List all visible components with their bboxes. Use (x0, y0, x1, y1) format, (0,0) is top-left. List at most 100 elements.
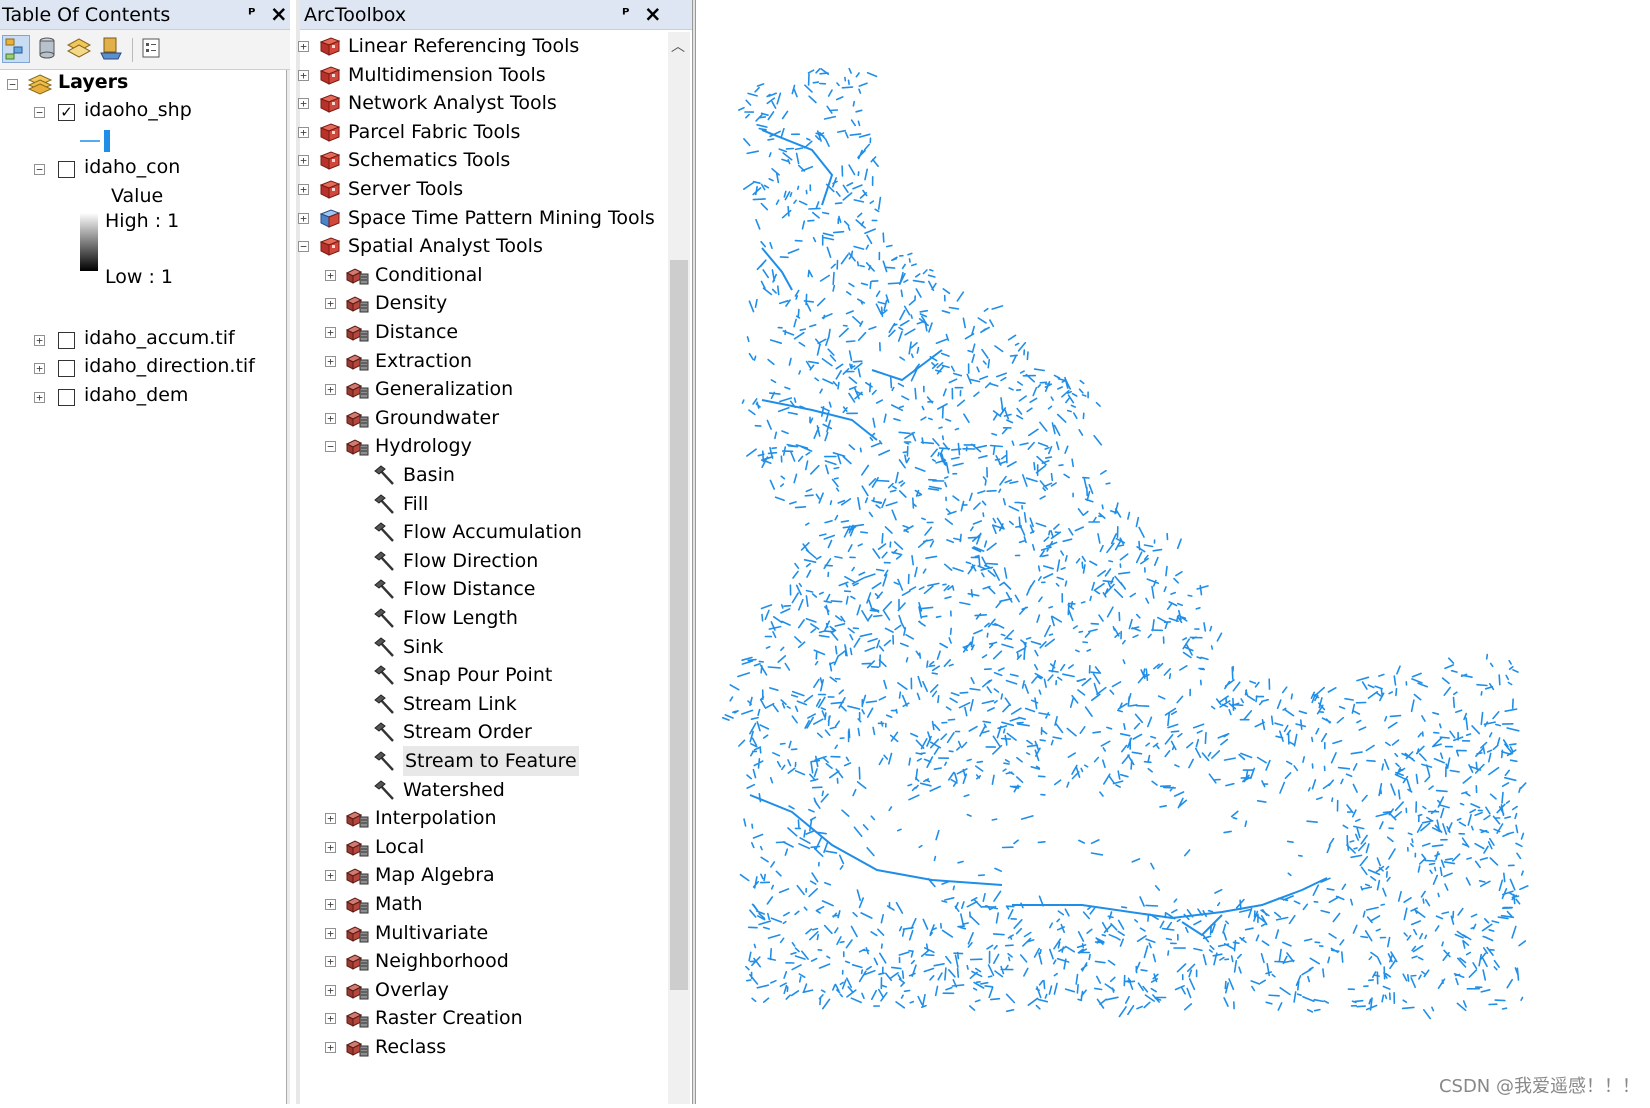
toc-splitter[interactable] (286, 70, 290, 1104)
layer-visibility-checkbox[interactable] (58, 332, 75, 349)
tree-item-label: Stream to Feature (403, 746, 579, 776)
expand-toggle[interactable]: + (298, 70, 309, 81)
tree-item-label: Parcel Fabric Tools (348, 121, 521, 143)
expand-toggle[interactable]: + (325, 985, 336, 996)
tree-item-label: Reclass (375, 1036, 447, 1058)
tree-item-label: Conditional (375, 264, 483, 286)
layers-root-label[interactable]: Layers (58, 71, 128, 93)
expand-toggle[interactable]: + (325, 1013, 336, 1024)
expand-toggle[interactable]: + (325, 298, 336, 309)
map-view[interactable]: CSDN @我爱遥感！！！ (702, 0, 1650, 1104)
tree-item-label: Flow Distance (403, 578, 536, 600)
layer-name-idaoho-shp[interactable]: idaoho_shp (84, 99, 192, 121)
arctoolbox-right-splitter[interactable] (692, 0, 696, 1104)
layer-visibility-checkbox[interactable] (58, 389, 75, 406)
tree-item-label: Groundwater (375, 407, 500, 429)
expand-toggle[interactable]: + (325, 356, 336, 367)
tree-item-label: Schematics Tools (348, 149, 511, 171)
legend-value-heading: Value (111, 185, 164, 207)
expand-toggle[interactable]: + (325, 270, 336, 281)
tree-item-label: Distance (375, 321, 459, 343)
tree-item-label: Map Algebra (375, 864, 495, 886)
toc-toolbar (0, 30, 290, 70)
tree-item-label: Extraction (375, 350, 472, 372)
collapse-layer-toggle[interactable]: − (34, 164, 45, 175)
expand-toggle[interactable]: + (325, 813, 336, 824)
tree-item-label: Multivariate (375, 922, 489, 944)
tree-item-label: Server Tools (348, 178, 464, 200)
tree-item-label: Density (375, 292, 448, 314)
toc-title-bar: Table Of Contents ᴾ × (0, 0, 290, 30)
collapse-toggle[interactable]: − (298, 241, 309, 252)
watermark: CSDN @我爱遥感！！！ (1438, 1076, 1640, 1097)
tree-item-label: Flow Accumulation (403, 521, 582, 543)
expand-toggle[interactable]: + (325, 956, 336, 967)
expand-toggle[interactable]: + (325, 928, 336, 939)
expand-toggle[interactable]: + (325, 842, 336, 853)
legend-low-label: Low : 1 (105, 266, 173, 288)
tree-item-label: Stream Order (403, 721, 532, 743)
tree-item-label: Interpolation (375, 807, 497, 829)
expand-toggle[interactable]: + (325, 327, 336, 338)
tree-item-label: Stream Link (403, 693, 517, 715)
layer-name-idaho-con[interactable]: idaho_con (84, 156, 180, 178)
layer-name-idaho-dem[interactable]: idaho_dem (84, 384, 188, 406)
expand-toggle[interactable]: + (298, 127, 309, 138)
toolbar-separator (132, 38, 133, 62)
river-line (761, 247, 793, 291)
scroll-up-arrow[interactable]: ︿ (671, 36, 685, 56)
expand-toggle[interactable]: + (325, 1042, 336, 1053)
list-by-visibility-icon[interactable] (66, 35, 94, 63)
collapse-layer-toggle[interactable]: − (34, 107, 45, 118)
expand-layer-toggle[interactable]: + (34, 335, 45, 346)
tree-item-label: Spatial Analyst Tools (348, 235, 543, 257)
expand-toggle[interactable]: + (298, 41, 309, 52)
expand-toggle[interactable]: + (325, 384, 336, 395)
raster-stretch-ramp[interactable] (80, 213, 98, 271)
expand-toggle[interactable]: + (325, 870, 336, 881)
stream-network-map[interactable] (702, 0, 1650, 1104)
expand-toggle[interactable]: + (298, 155, 309, 166)
tree-item-label: Raster Creation (375, 1007, 523, 1029)
tree-item-label: Sink (403, 636, 444, 658)
tree-item-label: Multidimension Tools (348, 64, 546, 86)
pin-icon[interactable]: ᴾ (248, 0, 255, 30)
tree-item-label: Local (375, 836, 425, 858)
pin-icon[interactable]: ᴾ (622, 0, 629, 30)
arctoolbox-title: ArcToolbox (304, 4, 407, 26)
expand-toggle[interactable]: + (298, 213, 309, 224)
expand-toggle[interactable]: + (298, 184, 309, 195)
tree-item-label: Fill (403, 493, 429, 515)
tree-item-label: Flow Direction (403, 550, 539, 572)
layer-visibility-checkbox[interactable] (58, 161, 75, 178)
expand-toggle[interactable]: + (325, 899, 336, 910)
tree-item-label: Neighborhood (375, 950, 509, 972)
table-of-contents-pane: Table Of Contents ᴾ × − Layers − ✓ idaoh… (0, 0, 290, 1104)
expand-toggle[interactable]: + (298, 98, 309, 109)
tree-item-label: Watershed (403, 779, 505, 801)
tree-item-label: Basin (403, 464, 455, 486)
expand-toggle[interactable]: + (325, 413, 336, 424)
tree-item-label: Linear Referencing Tools (348, 35, 580, 57)
expand-layer-toggle[interactable]: + (34, 363, 45, 374)
layer-visibility-checkbox[interactable] (58, 360, 75, 377)
layer-name-idaho-accum[interactable]: idaho_accum.tif (84, 327, 235, 349)
list-by-source-icon[interactable] (34, 35, 62, 63)
collapse-toggle[interactable]: − (325, 441, 336, 452)
tree-item-label: Generalization (375, 378, 514, 400)
close-icon[interactable]: × (644, 0, 662, 29)
line-symbol-swatch[interactable] (80, 129, 114, 157)
collapse-layers-toggle[interactable]: − (7, 79, 18, 90)
expand-layer-toggle[interactable]: + (34, 392, 45, 403)
legend-high-label: High : 1 (105, 210, 180, 232)
tree-item-label: Flow Length (403, 607, 518, 629)
layer-visibility-checkbox[interactable]: ✓ (58, 104, 75, 121)
options-icon[interactable] (138, 35, 166, 63)
layer-name-idaho-direction[interactable]: idaho_direction.tif (84, 355, 255, 377)
tree-item-label: Math (375, 893, 423, 915)
list-by-selection-icon[interactable] (98, 35, 126, 63)
list-by-drawing-order-icon[interactable] (2, 35, 30, 63)
scrollbar-thumb[interactable] (670, 260, 688, 990)
close-icon[interactable]: × (270, 0, 288, 29)
river-line (871, 349, 943, 382)
